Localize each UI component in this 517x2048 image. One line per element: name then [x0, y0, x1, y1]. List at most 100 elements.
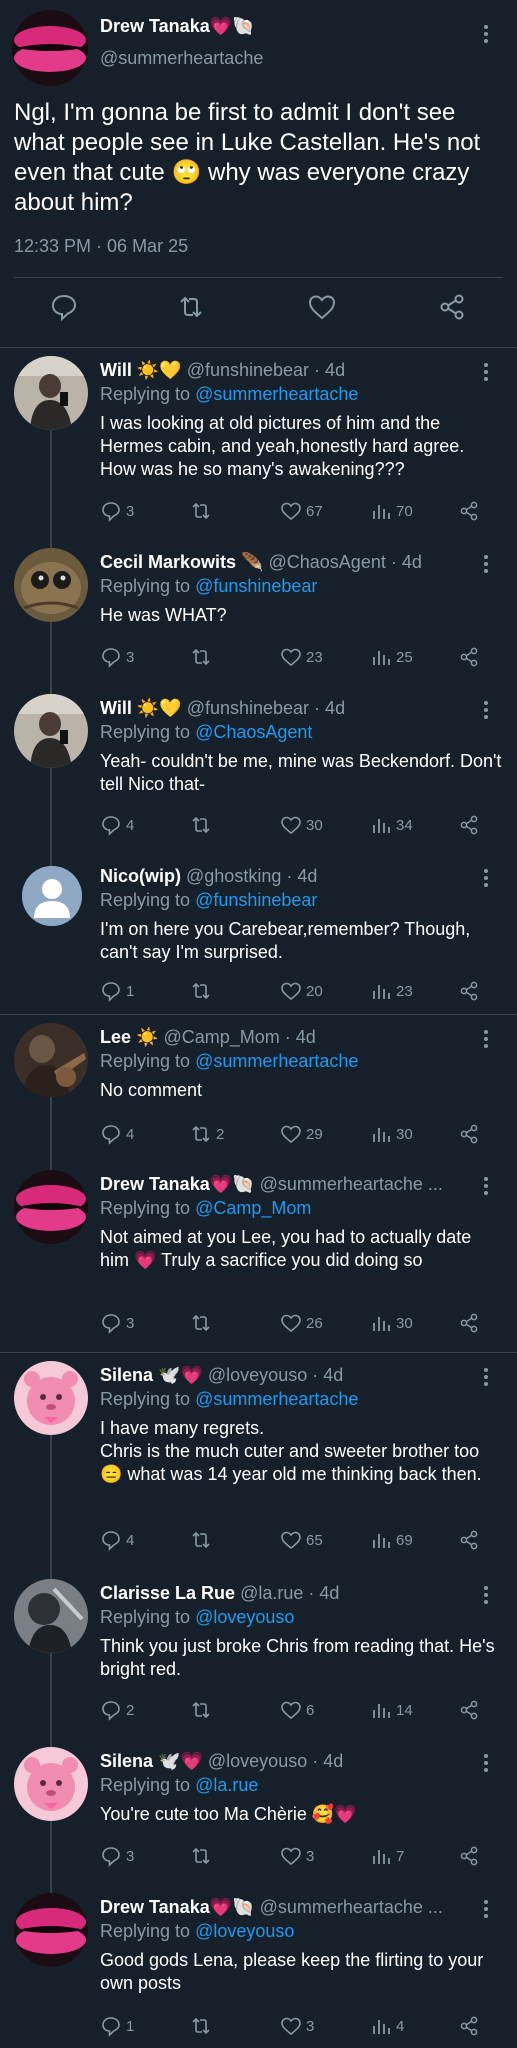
reply-button[interactable]: 4	[100, 1121, 134, 1147]
like-button[interactable]: 29	[280, 1121, 323, 1147]
retweet-button[interactable]	[190, 1843, 216, 1869]
replying-to-link[interactable]: @summerheartache	[195, 1389, 358, 1409]
avatar[interactable]	[14, 548, 88, 622]
retweet-button[interactable]	[190, 1697, 216, 1723]
avatar[interactable]	[22, 866, 82, 926]
share-icon[interactable]	[437, 292, 469, 324]
views-button[interactable]: 69	[370, 1527, 413, 1553]
reply-button[interactable]: 3	[100, 1310, 134, 1336]
views-button[interactable]: 4	[370, 2013, 404, 2039]
retweet-button[interactable]	[190, 1527, 216, 1553]
reply-button[interactable]: 3	[100, 644, 134, 670]
author-name[interactable]: Will	[100, 698, 132, 718]
replying-to-link[interactable]: @la.rue	[195, 1775, 258, 1795]
retweet-button[interactable]	[190, 1310, 216, 1336]
share-button[interactable]	[458, 1697, 480, 1723]
like-button[interactable]: 67	[280, 498, 323, 524]
share-button[interactable]	[458, 1121, 480, 1147]
reply-tweet[interactable]: Silena 🕊️💗 @loveyouso · 4d Replying to @…	[0, 1739, 517, 1885]
replying-to-link[interactable]: @loveyouso	[195, 1921, 294, 1941]
share-button[interactable]	[458, 812, 480, 838]
avatar[interactable]	[14, 694, 88, 768]
more-icon[interactable]	[479, 1585, 493, 1605]
views-button[interactable]: 70	[370, 498, 413, 524]
author-name[interactable]: Will	[100, 360, 132, 380]
more-icon[interactable]	[479, 1899, 493, 1919]
author-name[interactable]: Lee	[100, 1027, 131, 1047]
replying-to-link[interactable]: @funshinebear	[195, 576, 317, 596]
reply-tweet[interactable]: Lee ☀️ @Camp_Mom · 4d Replying to @summe…	[0, 1015, 517, 1162]
reply-button[interactable]: 3	[100, 498, 134, 524]
retweet-icon[interactable]	[176, 292, 208, 324]
share-button[interactable]	[458, 1310, 480, 1336]
heart-icon[interactable]	[307, 292, 339, 324]
reply-button[interactable]: 1	[100, 2013, 134, 2039]
more-icon[interactable]	[479, 1029, 493, 1049]
more-icon[interactable]	[479, 1753, 493, 1773]
author-handle[interactable]: @summerheartache ...	[260, 1897, 443, 1917]
avatar[interactable]	[14, 1579, 88, 1653]
author-handle[interactable]: @loveyouso · 4d	[208, 1365, 343, 1385]
more-icon[interactable]	[479, 24, 493, 48]
avatar[interactable]	[14, 356, 88, 430]
reply-tweet[interactable]: Nico(wip) @ghostking · 4d Replying to @f…	[0, 854, 517, 1014]
author-name[interactable]: Clarisse La Rue	[100, 1583, 235, 1603]
views-button[interactable]: 34	[370, 812, 413, 838]
reply-tweet[interactable]: Drew Tanaka💗🐚 @summerheartache ... Reply…	[0, 1162, 517, 1352]
more-icon[interactable]	[479, 1176, 493, 1196]
views-button[interactable]: 30	[370, 1310, 413, 1336]
more-icon[interactable]	[479, 554, 493, 574]
author-name[interactable]: Drew Tanaka	[100, 1897, 210, 1917]
reply-tweet[interactable]: Will ☀️💛 @funshinebear · 4d Replying to …	[0, 348, 517, 540]
reply-tweet[interactable]: Clarisse La Rue @la.rue · 4d Replying to…	[0, 1571, 517, 1739]
avatar[interactable]	[14, 1747, 88, 1821]
author-handle[interactable]: @ghostking · 4d	[186, 866, 317, 886]
share-button[interactable]	[458, 978, 480, 1004]
like-button[interactable]: 26	[280, 1310, 323, 1336]
like-button[interactable]: 65	[280, 1527, 323, 1553]
author-handle[interactable]: @funshinebear · 4d	[187, 698, 345, 718]
more-icon[interactable]	[479, 868, 493, 888]
replying-to-link[interactable]: @ChaosAgent	[195, 722, 312, 742]
retweet-button[interactable]	[190, 812, 216, 838]
author-handle[interactable]: @summerheartache	[100, 48, 263, 69]
views-button[interactable]: 7	[370, 1843, 404, 1869]
like-button[interactable]: 23	[280, 644, 323, 670]
replying-to-link[interactable]: @Camp_Mom	[195, 1198, 311, 1218]
avatar[interactable]	[14, 1170, 88, 1244]
like-button[interactable]: 6	[280, 1697, 314, 1723]
avatar[interactable]	[14, 1893, 88, 1967]
like-button[interactable]: 30	[280, 812, 323, 838]
replying-to-link[interactable]: @loveyouso	[195, 1607, 294, 1627]
like-button[interactable]: 3	[280, 1843, 314, 1869]
avatar[interactable]	[12, 10, 88, 86]
more-icon[interactable]	[479, 1367, 493, 1387]
reply-tweet[interactable]: Drew Tanaka💗🐚 @summerheartache ... Reply…	[0, 1885, 517, 2048]
views-button[interactable]: 30	[370, 1121, 413, 1147]
views-button[interactable]: 14	[370, 1697, 413, 1723]
replying-to-link[interactable]: @funshinebear	[195, 890, 317, 910]
reply-tweet[interactable]: Cecil Markowits 🪶 @ChaosAgent · 4d Reply…	[0, 540, 517, 686]
reply-button[interactable]: 3	[100, 1843, 134, 1869]
replying-to-link[interactable]: @summerheartache	[195, 1051, 358, 1071]
author-handle[interactable]: @funshinebear · 4d	[187, 360, 345, 380]
author-handle[interactable]: @loveyouso · 4d	[208, 1751, 343, 1771]
reply-icon[interactable]	[49, 292, 81, 324]
share-button[interactable]	[458, 2013, 480, 2039]
share-button[interactable]	[458, 644, 480, 670]
reply-button[interactable]: 1	[100, 978, 134, 1004]
reply-button[interactable]: 4	[100, 1527, 134, 1553]
author-name[interactable]: Silena	[100, 1365, 153, 1385]
retweet-button[interactable]: 2	[190, 1121, 224, 1147]
like-button[interactable]: 3	[280, 2013, 314, 2039]
reply-button[interactable]: 4	[100, 812, 134, 838]
author-name[interactable]: Silena	[100, 1751, 153, 1771]
reply-tweet[interactable]: Will ☀️💛 @funshinebear · 4d Replying to …	[0, 686, 517, 854]
author-handle[interactable]: @Camp_Mom · 4d	[163, 1027, 315, 1047]
author-name[interactable]: Drew Tanaka💗🐚	[100, 16, 255, 37]
share-button[interactable]	[458, 1843, 480, 1869]
like-button[interactable]: 20	[280, 978, 323, 1004]
retweet-button[interactable]	[190, 498, 216, 524]
views-button[interactable]: 25	[370, 644, 413, 670]
views-button[interactable]: 23	[370, 978, 413, 1004]
